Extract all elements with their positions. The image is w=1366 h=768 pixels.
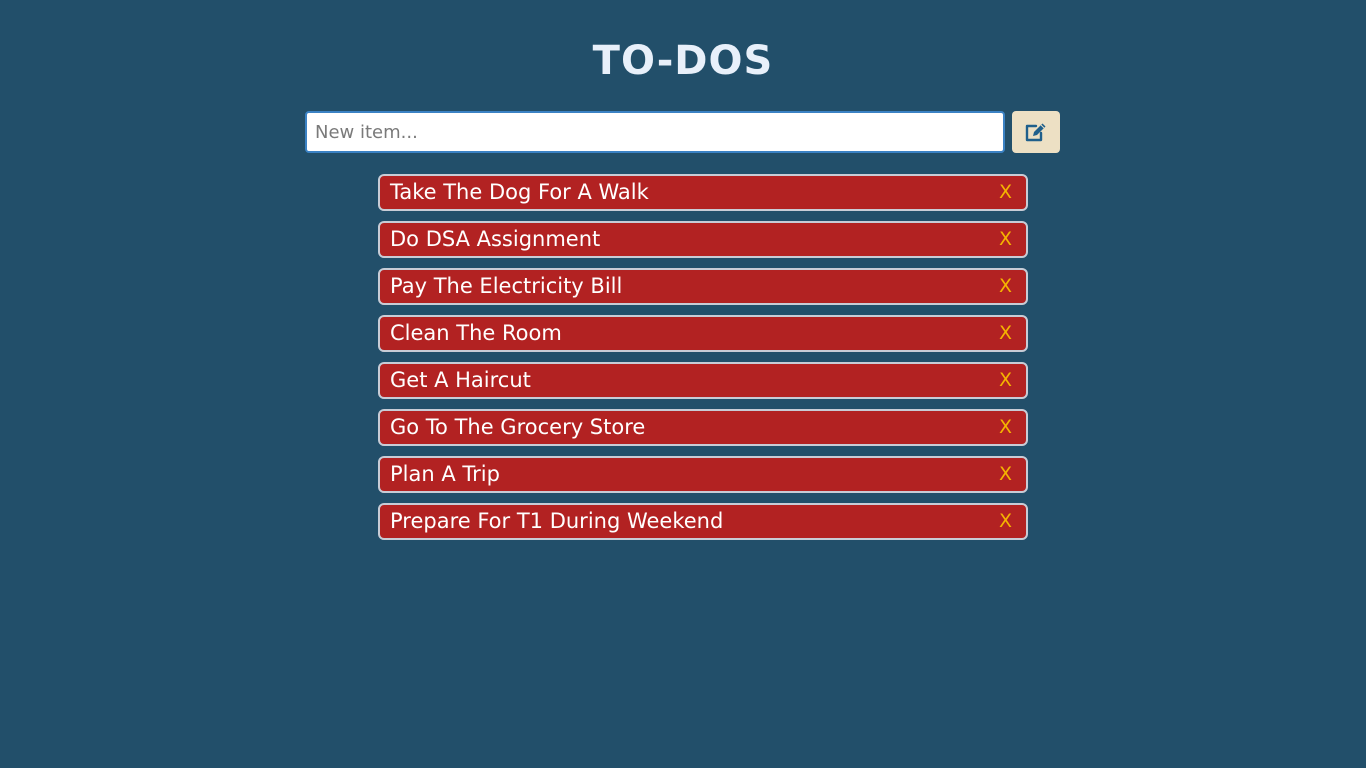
todo-text: Take The Dog For A Walk bbox=[390, 180, 649, 204]
todo-item: Clean The Room X bbox=[378, 315, 1028, 352]
todo-text: Get A Haircut bbox=[390, 368, 531, 392]
delete-button[interactable]: X bbox=[995, 411, 1016, 444]
todo-text: Prepare For T1 During Weekend bbox=[390, 509, 724, 533]
delete-button[interactable]: X bbox=[995, 223, 1016, 256]
page-title: TO-DOS bbox=[592, 38, 774, 84]
todo-text: Clean The Room bbox=[390, 321, 562, 345]
add-item-button[interactable] bbox=[1012, 111, 1060, 153]
todo-text: Pay The Electricity Bill bbox=[390, 274, 623, 298]
todo-item: Plan A Trip X bbox=[378, 456, 1028, 493]
edit-icon bbox=[1024, 121, 1048, 143]
todo-item: Pay The Electricity Bill X bbox=[378, 268, 1028, 305]
delete-button[interactable]: X bbox=[995, 176, 1016, 209]
todo-text: Do DSA Assignment bbox=[390, 227, 601, 251]
new-item-form bbox=[305, 111, 1061, 154]
todo-item: Get A Haircut X bbox=[378, 362, 1028, 399]
delete-button[interactable]: X bbox=[995, 270, 1016, 303]
todo-list: Take The Dog For A Walk X Do DSA Assignm… bbox=[378, 174, 1028, 550]
delete-button[interactable]: X bbox=[995, 364, 1016, 397]
new-item-input[interactable] bbox=[305, 111, 1005, 153]
delete-button[interactable]: X bbox=[995, 317, 1016, 350]
todo-item: Go To The Grocery Store X bbox=[378, 409, 1028, 446]
todo-text: Go To The Grocery Store bbox=[390, 415, 646, 439]
todo-item: Prepare For T1 During Weekend X bbox=[378, 503, 1028, 540]
todo-item: Do DSA Assignment X bbox=[378, 221, 1028, 258]
delete-button[interactable]: X bbox=[995, 505, 1016, 538]
todo-text: Plan A Trip bbox=[390, 462, 500, 486]
delete-button[interactable]: X bbox=[995, 458, 1016, 491]
todo-item: Take The Dog For A Walk X bbox=[378, 174, 1028, 211]
todo-app: TO-DOS Take The Dog For A Walk X Do DSA … bbox=[0, 0, 1366, 768]
